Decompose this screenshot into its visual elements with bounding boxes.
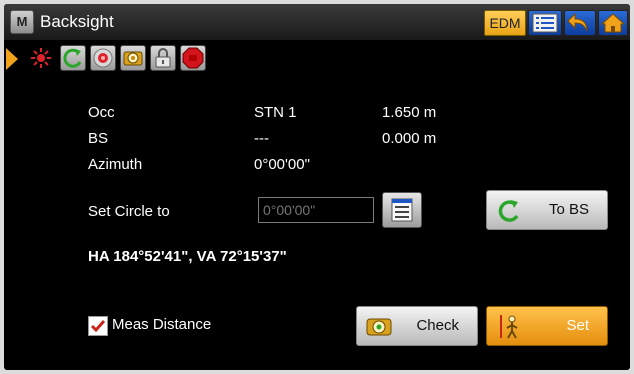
azimuth-label: Azimuth xyxy=(88,156,143,173)
laser-icon xyxy=(31,48,51,68)
title-bar: M Backsight EDM xyxy=(4,4,630,40)
target-icon xyxy=(93,48,113,68)
prism-icon xyxy=(123,51,143,66)
list-icon xyxy=(391,198,413,222)
set-circle-input[interactable] xyxy=(258,197,374,223)
back-button[interactable] xyxy=(564,10,596,36)
list-button[interactable] xyxy=(528,10,562,36)
lock-status-button[interactable] xyxy=(150,45,176,71)
circle-list-button[interactable] xyxy=(382,192,422,228)
expand-arrow-icon[interactable] xyxy=(6,48,18,70)
edm-button[interactable]: EDM xyxy=(484,10,526,36)
back-arrow-icon xyxy=(567,12,588,32)
target-status-button[interactable] xyxy=(90,45,116,71)
app-window: M Backsight EDM Occ STN 1 1.650 m BS ---… xyxy=(4,4,630,370)
check-label: Check xyxy=(416,317,459,334)
bs-height: 0.000 m xyxy=(382,130,437,147)
angle-readout: HA 184°52'41", VA 72°15'37" xyxy=(88,248,287,265)
lock-icon xyxy=(155,48,171,68)
home-button[interactable] xyxy=(598,10,628,36)
meas-distance-checkbox[interactable] xyxy=(88,316,108,336)
set-button[interactable]: Set xyxy=(486,306,608,346)
occ-value: STN 1 xyxy=(254,104,297,121)
stop-icon xyxy=(182,47,204,69)
rotate-icon xyxy=(498,200,519,222)
page-title: Backsight xyxy=(40,12,114,31)
surveyor-icon xyxy=(500,315,518,339)
prism-status-button[interactable] xyxy=(120,45,146,71)
stop-status-button[interactable] xyxy=(180,45,206,71)
to-bs-button[interactable]: To BS xyxy=(486,190,608,230)
set-circle-label: Set Circle to xyxy=(88,203,170,220)
laser-status-button[interactable] xyxy=(28,45,54,71)
rotate-status-button[interactable] xyxy=(60,45,86,71)
set-label: Set xyxy=(566,317,589,334)
status-toolbar xyxy=(4,42,630,74)
meas-distance-label: Meas Distance xyxy=(112,316,212,333)
rotate-icon xyxy=(63,48,82,68)
bs-label: BS xyxy=(88,130,109,147)
checkmark-icon xyxy=(90,320,106,333)
occ-height: 1.650 m xyxy=(382,104,437,121)
bs-value: --- xyxy=(254,130,269,147)
azimuth-value: 0°00'00" xyxy=(254,156,310,173)
home-icon xyxy=(600,13,626,33)
menu-button[interactable]: M xyxy=(10,10,34,34)
occ-label: Occ xyxy=(88,104,115,121)
list-icon xyxy=(532,13,558,33)
to-bs-label: To BS xyxy=(548,201,589,218)
prism-icon xyxy=(366,318,392,336)
check-button[interactable]: Check xyxy=(356,306,478,346)
